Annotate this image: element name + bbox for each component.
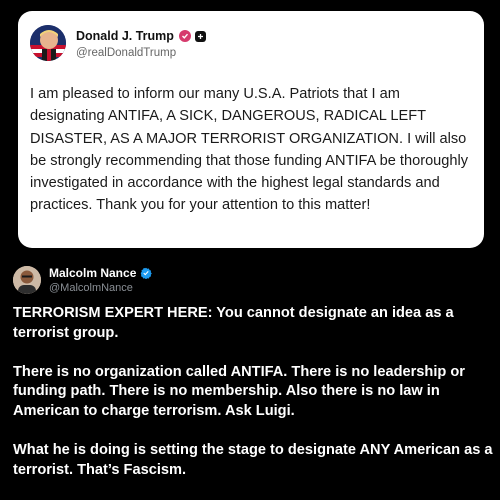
verified-badge-icon (141, 267, 153, 279)
truth-post-card: Donald J. Trump @realDonaldTrump I am pl… (18, 11, 484, 248)
flag-avatar-icon (30, 25, 66, 61)
post-author-name[interactable]: Donald J. Trump (76, 29, 174, 43)
post-author-row: Donald J. Trump (76, 29, 206, 43)
reply-author-row: Malcolm Nance (49, 266, 153, 280)
nance-avatar[interactable] (13, 266, 41, 294)
reply-paragraph: TERRORISM EXPERT HERE: You cannot design… (13, 305, 454, 341)
reply-paragraph: What he is doing is setting the stage to… (13, 442, 493, 478)
trump-avatar[interactable] (30, 25, 66, 61)
plus-square-icon (194, 30, 206, 42)
reply-body: TERRORISM EXPERT HERE: You cannot design… (13, 304, 497, 500)
reply-author-name[interactable]: Malcolm Nance (49, 266, 136, 280)
portrait-avatar-icon (13, 266, 41, 294)
reply-author-handle[interactable]: @MalcolmNance (49, 282, 133, 294)
post-text: I am pleased to inform our many U.S.A. P… (30, 86, 469, 214)
verified-pill-icon (178, 30, 191, 42)
post-author-handle[interactable]: @realDonaldTrump (76, 47, 176, 59)
reply-paragraph: There is no organization called ANTIFA. … (13, 363, 465, 419)
